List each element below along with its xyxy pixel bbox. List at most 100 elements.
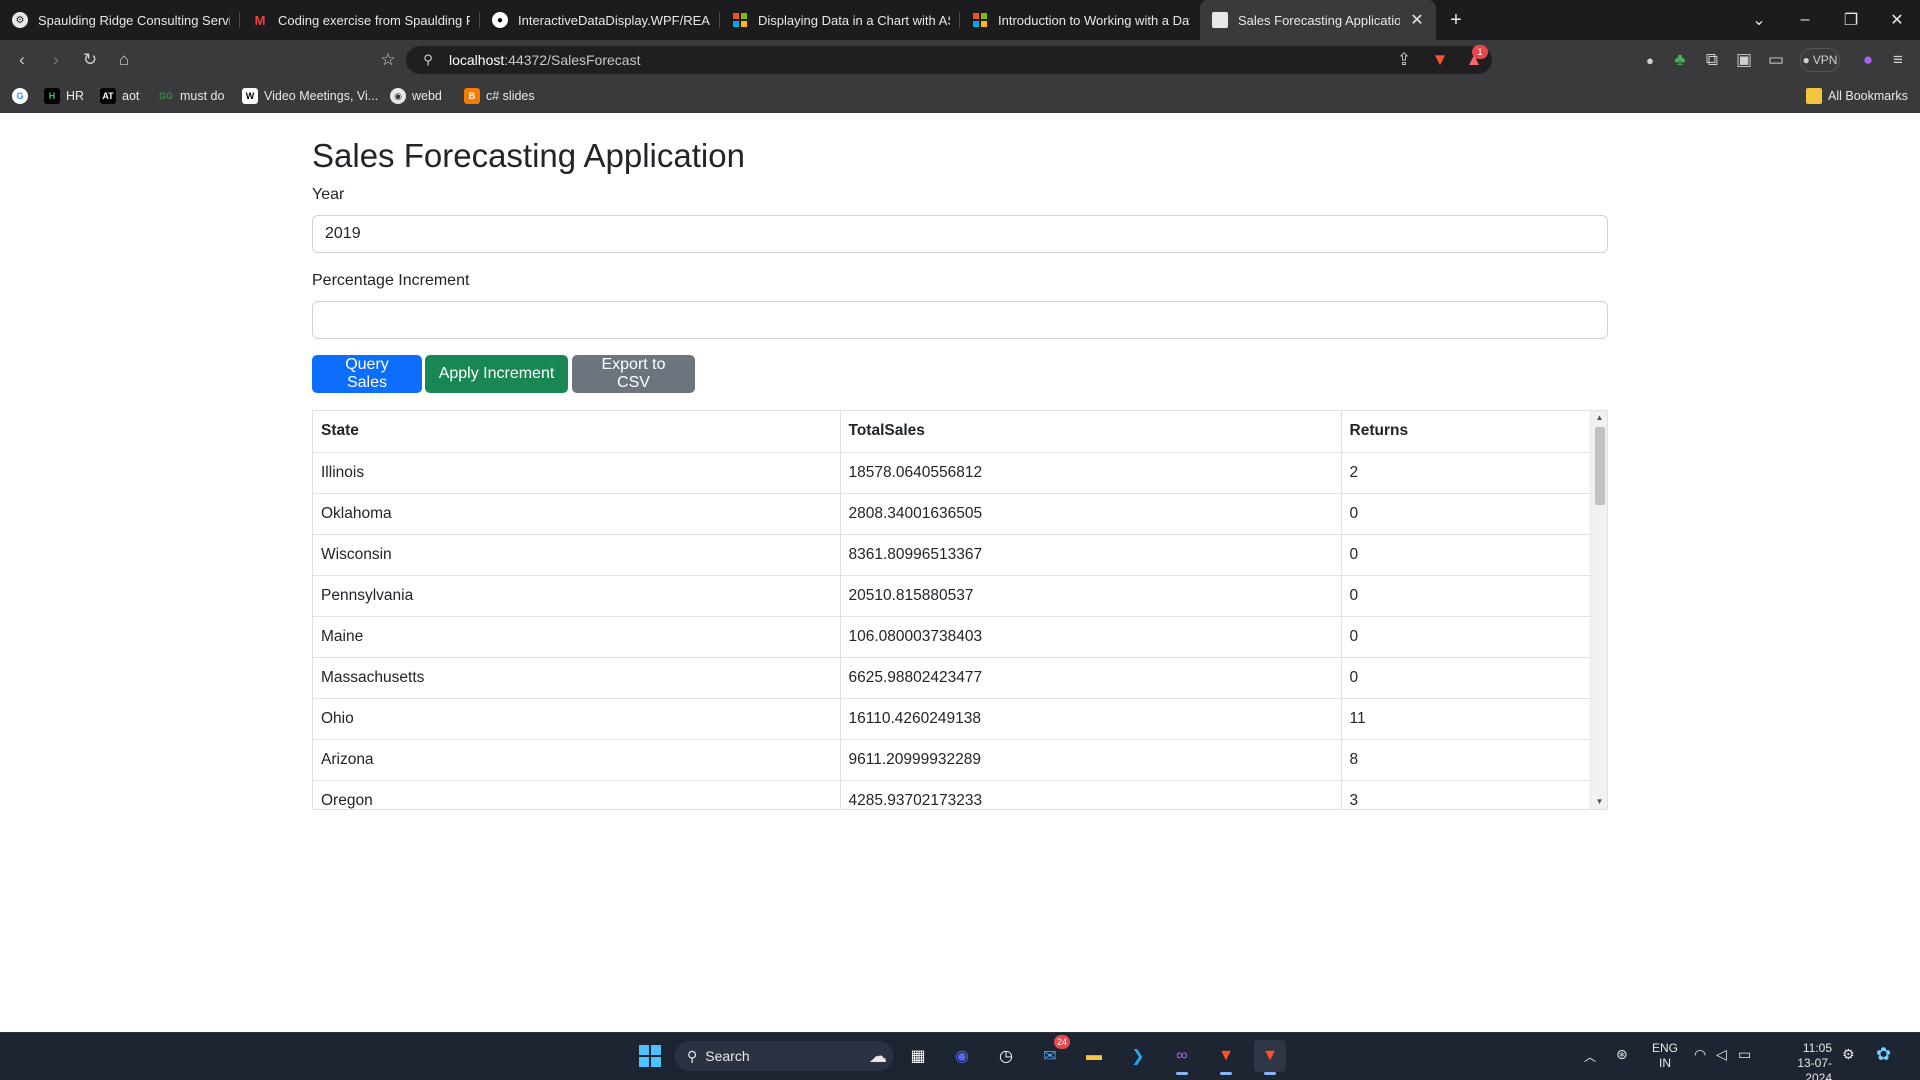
cell-totalsales: 2808.34001636505	[840, 493, 1342, 535]
export-csv-button[interactable]: Export to CSV	[572, 355, 695, 393]
scrollbar-thumb[interactable]	[1595, 427, 1605, 505]
battery-icon[interactable]: ▭	[1738, 1046, 1751, 1063]
table-row: Oregon 4285.93702173233 3	[313, 780, 1591, 809]
blogger-icon: B	[464, 88, 480, 104]
cell-totalsales: 8361.80996513367	[840, 534, 1342, 576]
tab-search-chevron-icon[interactable]: ⌄	[1736, 0, 1782, 40]
page-title: Sales Forecasting Application	[312, 137, 745, 174]
tab-datalist-intro[interactable]: Introduction to Working with a Datal	[960, 0, 1200, 40]
cell-state: Maine	[313, 616, 841, 658]
forward-icon[interactable]: ›	[44, 48, 68, 72]
network-tray-icon[interactable]: ⊛	[1616, 1046, 1628, 1063]
tab-gmail[interactable]: M Coding exercise from Spaulding Ridg	[240, 0, 480, 40]
cell-state: Ohio	[313, 698, 841, 740]
language-indicator[interactable]: ENG IN	[1652, 1041, 1678, 1071]
scroll-up-arrow-icon[interactable]: ▲	[1591, 411, 1607, 425]
restore-button[interactable]: ❐	[1828, 0, 1874, 40]
cell-returns: 11	[1341, 698, 1591, 740]
visual-studio-icon[interactable]: ∞	[1166, 1040, 1198, 1075]
wifi-icon[interactable]: ◠	[1694, 1046, 1706, 1063]
cell-state: Wisconsin	[313, 534, 841, 576]
vscode-icon[interactable]: ❯	[1122, 1040, 1154, 1072]
copilot-icon[interactable]: ✿	[1876, 1044, 1891, 1065]
table-row: Ohio 16110.4260249138 11	[313, 698, 1591, 740]
bookmark-webd[interactable]: ◉ webd	[390, 86, 442, 106]
bookmark-csharp-slides[interactable]: B c# slides	[464, 86, 535, 106]
discord-icon[interactable]: ◉	[946, 1040, 978, 1072]
system-clock[interactable]: 11:05 13-07-2024	[1772, 1041, 1832, 1080]
cell-totalsales: 9611.20999932289	[840, 739, 1342, 781]
profile-icon[interactable]: ●	[1856, 48, 1880, 72]
share-icon[interactable]: ⇪	[1392, 48, 1416, 72]
home-icon[interactable]: ⌂	[112, 48, 136, 72]
table-scrollbar[interactable]: ▲ ▼	[1590, 411, 1607, 809]
hackerrank-icon: H	[44, 88, 60, 104]
start-button[interactable]	[634, 1040, 666, 1072]
table-row: Wisconsin 8361.80996513367 0	[313, 534, 1591, 576]
windows-logo-icon	[639, 1045, 661, 1067]
sales-table-container[interactable]: State TotalSales Returns Illinois 18578.0…	[312, 410, 1608, 810]
reload-icon[interactable]: ↻	[78, 48, 102, 72]
cell-totalsales: 18578.0640556812	[840, 452, 1342, 494]
brave-browser-icon[interactable]: ▼	[1210, 1040, 1242, 1075]
extension-tree-icon[interactable]: ♣	[1668, 48, 1692, 72]
google-icon: G	[12, 88, 28, 104]
new-tab-button[interactable]: +	[1440, 9, 1472, 32]
microsoft-icon	[732, 12, 748, 28]
close-tab-icon[interactable]: ✕	[1408, 10, 1426, 30]
task-view-icon[interactable]: ▦	[902, 1040, 934, 1072]
close-window-button[interactable]: ✕	[1874, 0, 1920, 40]
year-input[interactable]	[312, 215, 1608, 253]
table-row: Massachusetts 6625.98802423477 0	[313, 657, 1591, 699]
bookmark-must-do[interactable]: GG must do	[158, 86, 224, 106]
leo-ai-icon[interactable]: ●	[1638, 48, 1662, 72]
bookmark-hr[interactable]: H HR	[44, 86, 84, 106]
notifications-icon[interactable]: ⚙	[1842, 1046, 1855, 1063]
url-text[interactable]: localhost:44372/SalesForecast	[449, 52, 640, 68]
table-row: Arizona 9611.20999932289 8	[313, 739, 1591, 781]
minimize-button[interactable]: –	[1782, 0, 1828, 40]
browser-tab-strip: ⚙ Spaulding Ridge Consulting Services M …	[0, 0, 1920, 40]
wallet-icon[interactable]: ▭	[1764, 48, 1788, 72]
tab-spaulding-ridge[interactable]: ⚙ Spaulding Ridge Consulting Services	[0, 0, 240, 40]
table-row: Illinois 18578.0640556812 2	[313, 452, 1591, 494]
cell-totalsales: 4285.93702173233	[840, 780, 1342, 809]
tab-sales-forecasting[interactable]: Sales Forecasting Application ✕	[1200, 0, 1436, 40]
tab-github[interactable]: ● InteractiveDataDisplay.WPF/READM	[480, 0, 720, 40]
show-hidden-icons-chevron[interactable]: ︿	[1584, 1048, 1596, 1065]
site-info-icon[interactable]: ⚲	[416, 48, 440, 72]
scroll-down-arrow-icon[interactable]: ▼	[1591, 795, 1607, 809]
back-icon[interactable]: ‹	[10, 48, 34, 72]
cell-returns: 0	[1341, 616, 1591, 658]
cell-totalsales: 20510.815880537	[840, 575, 1342, 617]
cell-state: Massachusetts	[313, 657, 841, 699]
sidebar-icon[interactable]: ▣	[1732, 48, 1756, 72]
brave-rewards-icon[interactable]: ▲ 1	[1462, 45, 1488, 72]
bookmark-page-icon[interactable]: ☆	[376, 48, 400, 72]
search-highlight-icon: ☁	[869, 1045, 887, 1066]
brave-browser-active-icon[interactable]: ▼	[1254, 1040, 1286, 1075]
column-header-state: State	[313, 411, 841, 453]
cell-totalsales: 6625.98802423477	[840, 657, 1342, 699]
all-bookmarks[interactable]: All Bookmarks	[1806, 86, 1908, 106]
extensions-icon[interactable]: ⧉	[1700, 48, 1724, 72]
bookmark-aot[interactable]: AT aot	[100, 86, 139, 106]
bookmark-video-meetings[interactable]: W Video Meetings, Vi...	[242, 86, 378, 106]
brave-shields-icon[interactable]: ▼	[1428, 48, 1452, 72]
file-explorer-icon[interactable]: ▬	[1078, 1040, 1110, 1072]
bookmark-google[interactable]: G	[12, 86, 34, 106]
vpn-button[interactable]: ● VPN	[1800, 48, 1840, 72]
tab-displaying-data[interactable]: Displaying Data in a Chart with ASP.	[720, 0, 960, 40]
cell-returns: 8	[1341, 739, 1591, 781]
query-sales-button[interactable]: Query Sales	[312, 355, 422, 393]
cell-state: Oklahoma	[313, 493, 841, 535]
menu-icon[interactable]: ≡	[1886, 48, 1910, 72]
apply-increment-button[interactable]: Apply Increment	[425, 355, 568, 393]
clock-app-icon[interactable]: ◷	[990, 1040, 1022, 1072]
table-row: Pennsylvania 20510.815880537 0	[313, 575, 1591, 617]
cell-returns: 0	[1341, 534, 1591, 576]
percentage-increment-input[interactable]	[312, 301, 1608, 339]
taskbar-search[interactable]: ⚲ Search ☁	[675, 1041, 893, 1071]
volume-icon[interactable]: ◁	[1716, 1046, 1727, 1063]
mail-icon[interactable]: ✉ 24	[1034, 1035, 1070, 1072]
